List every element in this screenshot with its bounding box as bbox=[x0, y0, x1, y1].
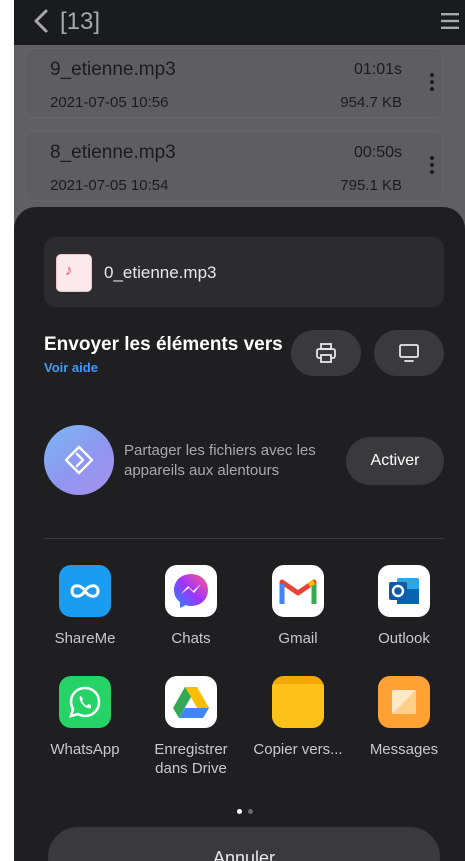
app-label: ShareMe bbox=[54, 630, 116, 647]
app-google-drive[interactable]: Enregistrer dans Drive bbox=[141, 676, 241, 778]
nearby-share-icon bbox=[44, 425, 114, 495]
app-label: Gmail bbox=[278, 630, 318, 647]
cancel-button[interactable]: Annuler bbox=[48, 827, 440, 861]
app-chats[interactable]: Chats bbox=[141, 565, 241, 648]
page-dot[interactable] bbox=[248, 809, 253, 814]
app-whatsapp[interactable]: WhatsApp bbox=[35, 676, 135, 759]
file-date: 2021-07-05 10:56 bbox=[50, 94, 169, 111]
file-name: 9_etienne.mp3 bbox=[50, 59, 176, 80]
page-indicator bbox=[234, 801, 256, 819]
file-date: 2021-07-05 10:54 bbox=[50, 177, 169, 194]
app-shareme[interactable]: ShareMe bbox=[35, 565, 135, 648]
share-sheet: ♪ 0_etienne.mp3 Envoyer les éléments ver… bbox=[14, 207, 465, 861]
app-label: Chats bbox=[171, 630, 211, 647]
shared-file-name: 0_etienne.mp3 bbox=[104, 263, 217, 282]
nearby-share-description: Partager les fichiers avec les appareils… bbox=[124, 442, 316, 479]
more-options-icon[interactable] bbox=[428, 70, 436, 98]
shareme-icon bbox=[59, 565, 111, 617]
printer-icon bbox=[316, 343, 336, 363]
top-bar: [13] bbox=[14, 0, 465, 45]
folder-icon bbox=[272, 676, 324, 728]
divider bbox=[44, 538, 444, 539]
app-messages[interactable]: Messages bbox=[354, 676, 454, 759]
monitor-icon bbox=[399, 344, 419, 362]
outlook-icon bbox=[378, 565, 430, 617]
file-size: 954.7 KB bbox=[340, 94, 402, 111]
menu-icon[interactable] bbox=[439, 10, 461, 32]
more-options-icon[interactable] bbox=[428, 153, 436, 181]
app-label: Messages bbox=[369, 741, 439, 758]
file-count: [13] bbox=[60, 8, 101, 35]
back-arrow-icon[interactable] bbox=[28, 7, 56, 35]
file-duration: 01:01s bbox=[353, 61, 402, 78]
google-drive-icon bbox=[165, 676, 217, 728]
shared-file-card: ♪ 0_etienne.mp3 bbox=[44, 237, 444, 307]
app-label: Enregistrer dans Drive bbox=[154, 741, 228, 777]
list-item[interactable]: 9_etienne.mp3 2021-07-05 10:56 01:01s 95… bbox=[25, 48, 443, 118]
file-name: 8_etienne.mp3 bbox=[50, 142, 176, 163]
file-size: 795.1 KB bbox=[340, 177, 402, 194]
page-dot-active bbox=[237, 809, 242, 814]
file-duration: 00:50s bbox=[353, 144, 402, 161]
app-outlook[interactable]: Outlook bbox=[354, 565, 454, 648]
messenger-icon bbox=[165, 565, 217, 617]
app-label: Copier vers... bbox=[253, 741, 343, 758]
cast-screen-button[interactable] bbox=[374, 330, 444, 376]
app-label: Outlook bbox=[378, 630, 430, 647]
help-link[interactable]: Voir aide bbox=[44, 360, 98, 375]
gmail-icon bbox=[272, 565, 324, 617]
app-label: WhatsApp bbox=[50, 741, 120, 758]
send-to-title: Envoyer les éléments vers bbox=[44, 334, 283, 355]
activate-button[interactable]: Activer bbox=[346, 437, 444, 485]
screen: [13] 9_etienne.mp3 2021-07-05 10:56 01:0… bbox=[14, 0, 465, 861]
print-button[interactable] bbox=[291, 330, 361, 376]
audio-file-icon: ♪ bbox=[56, 254, 92, 292]
whatsapp-icon bbox=[59, 676, 111, 728]
app-copy-to[interactable]: Copier vers... bbox=[248, 676, 348, 759]
app-gmail[interactable]: Gmail bbox=[248, 565, 348, 648]
messages-icon bbox=[378, 676, 430, 728]
list-item[interactable]: 8_etienne.mp3 2021-07-05 10:54 00:50s 79… bbox=[25, 131, 443, 201]
